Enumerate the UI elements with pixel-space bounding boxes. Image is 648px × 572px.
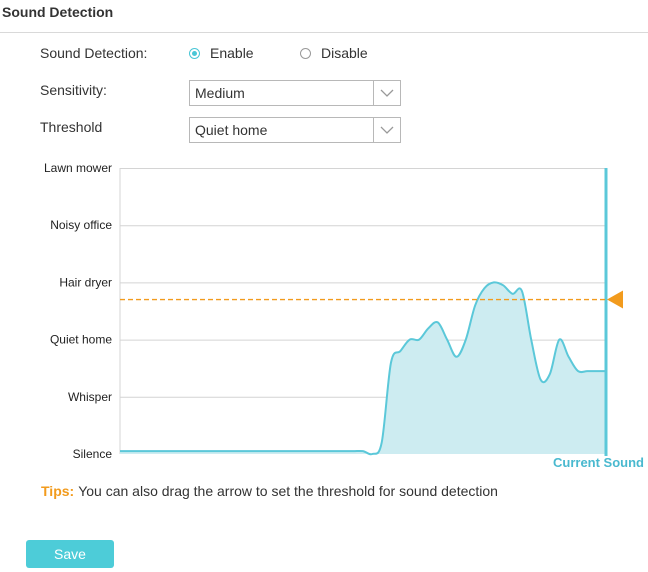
tips-message: You can also drag the arrow to set the t… <box>78 483 498 499</box>
tips-label: Tips: <box>41 483 75 499</box>
y-tick-label: Noisy office <box>50 218 112 232</box>
sensitivity-value: Medium <box>195 85 245 101</box>
y-tick-label: Hair dryer <box>59 275 112 289</box>
enable-radio-label: Enable <box>210 45 254 61</box>
section-divider <box>0 32 648 33</box>
sound-level-chart-svg: Silence Whisper Quiet home Hair dryer Noisy … <box>44 161 644 470</box>
threshold-label: Threshold <box>40 119 103 135</box>
chevron-down-icon <box>380 126 394 134</box>
threshold-value: Quiet home <box>195 122 268 138</box>
threshold-drag-arrow-icon[interactable] <box>607 290 623 309</box>
save-button[interactable]: Save <box>26 540 114 568</box>
current-sound-label: Current Sound <box>553 455 644 470</box>
enable-radio[interactable]: Enable <box>189 45 254 61</box>
chevron-down-icon <box>380 89 394 97</box>
sound-level-chart: Silence Whisper Quiet home Hair dryer Noisy … <box>0 150 648 472</box>
sound-detection-label: Sound Detection: <box>40 45 148 61</box>
sensitivity-label: Sensitivity: <box>40 82 107 98</box>
section-title: Sound Detection <box>2 4 114 20</box>
y-tick-label: Whisper <box>68 390 112 404</box>
threshold-dropdown-toggle[interactable] <box>373 118 400 142</box>
y-tick-label: Lawn mower <box>44 161 112 175</box>
radio-unchecked-icon <box>300 47 311 59</box>
y-tick-label: Silence <box>73 447 113 461</box>
sensitivity-select[interactable]: Medium <box>189 80 401 106</box>
disable-radio[interactable]: Disable <box>300 45 368 61</box>
radio-checked-icon <box>189 47 200 59</box>
tips-text: Tips: You can also drag the arrow to set … <box>41 483 498 499</box>
disable-radio-label: Disable <box>321 45 368 61</box>
threshold-select[interactable]: Quiet home <box>189 117 401 143</box>
y-tick-label: Quiet home <box>50 333 112 347</box>
sound-area-fill <box>120 282 606 455</box>
sensitivity-dropdown-toggle[interactable] <box>373 81 400 105</box>
